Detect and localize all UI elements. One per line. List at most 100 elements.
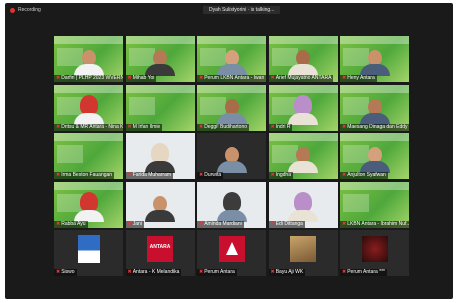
virtual-background-slogan bbox=[343, 193, 369, 212]
muted-mic-icon: ✖ bbox=[56, 123, 61, 130]
participant-tile[interactable]: ✖ Bayu Aji WK bbox=[268, 230, 338, 276]
participant-tile[interactable]: ✖Dritsu & MR Antara - Nina Kuris... bbox=[54, 84, 123, 131]
participant-tile[interactable]: ✖ Arief Mujayatno ANTARA bbox=[268, 36, 338, 82]
participant-tile[interactable]: ✖Maesang Dinaga dan Eddy Pr... bbox=[340, 84, 409, 131]
participant-name-bar: ✖ Perum Antara *** bbox=[340, 269, 388, 276]
participant-tile[interactable]: ✖ M Irfan Ilmie bbox=[125, 84, 195, 131]
participant-video bbox=[359, 98, 390, 125]
virtual-background-banner bbox=[125, 84, 195, 93]
participant-name: LKBN Antara - Ibrahim Nuf... bbox=[347, 220, 409, 227]
participant-video bbox=[359, 147, 390, 173]
muted-mic-icon: ✖ bbox=[127, 269, 132, 275]
muted-mic-icon: ✖ bbox=[199, 75, 204, 81]
participant-tile[interactable]: ✖ Perum Antara bbox=[197, 230, 266, 276]
muted-mic-icon: ✖ bbox=[270, 123, 275, 130]
participant-name: Perum Antara *** bbox=[347, 269, 386, 275]
participant-tile[interactable]: ✖ Anjulton Syafwan bbox=[340, 133, 409, 179]
participant-name-bar: ✖ Darfin | PLHP 2023 WVERNA bbox=[54, 75, 123, 82]
participant-video bbox=[216, 50, 247, 76]
participant-name-bar: ✖ M Irfan Ilmie bbox=[125, 123, 163, 131]
participant-name-bar: ✖ Bayu Aji WK bbox=[268, 269, 306, 276]
participant-name: Anjulton Syafwan bbox=[347, 172, 386, 178]
muted-mic-icon: ✖ bbox=[270, 269, 275, 275]
participant-name-bar: ✖ Arief Mujayatno ANTARA bbox=[268, 75, 334, 82]
participant-tile[interactable]: ✖ Indri R bbox=[268, 84, 338, 131]
hijab-figure bbox=[79, 191, 98, 212]
participant-tile[interactable]: ✖ Jani bbox=[125, 181, 195, 228]
participant-video bbox=[288, 94, 318, 125]
muted-mic-icon: ✖ bbox=[127, 75, 132, 81]
participant-tile[interactable]: ✖ Edi Dittanga bbox=[268, 181, 338, 228]
muted-mic-icon: ✖ bbox=[342, 220, 347, 227]
participant-name-bar: ✖ Perum Antara bbox=[197, 269, 237, 276]
participant-video bbox=[145, 50, 175, 76]
virtual-background-banner bbox=[340, 84, 409, 93]
participant-name: Bayu Aji WK bbox=[275, 269, 304, 275]
torso-figure bbox=[145, 209, 175, 222]
virtual-background-banner bbox=[54, 181, 123, 190]
recording-indicator[interactable]: Recording bbox=[10, 7, 41, 13]
active-speaker-banner: Dyah Sulistyorini · is talking... bbox=[203, 6, 281, 14]
participant-name: Perum LKBN Antara - Iwan Su... bbox=[204, 75, 266, 81]
participant-name: Mihab Yoi bbox=[132, 75, 155, 81]
torso-figure bbox=[288, 112, 318, 125]
participant-tile[interactable]: ✖ Heny Antara bbox=[340, 36, 409, 82]
participant-tile[interactable]: ✖ Deggi! Budihartono bbox=[197, 84, 266, 131]
participant-tile[interactable]: ✖ Siswo bbox=[54, 230, 123, 276]
participant-tile[interactable]: ✖ Aminda Mardiani bbox=[197, 181, 266, 228]
participant-name: Rabba Ayu bbox=[61, 220, 86, 227]
participant-tile[interactable]: ANTARA ✖ Antara - K Melandika bbox=[125, 230, 195, 276]
participant-name-bar: ✖ Heny Antara bbox=[340, 75, 377, 82]
participant-name-bar: ✖ Durwita bbox=[197, 172, 224, 179]
participant-name: Irma Beston Fauangan bbox=[61, 172, 113, 178]
muted-mic-icon: ✖ bbox=[56, 75, 61, 81]
muted-mic-icon: ✖ bbox=[342, 123, 347, 130]
participant-video bbox=[359, 50, 390, 76]
virtual-background-banner bbox=[268, 84, 338, 93]
virtual-background-banner bbox=[125, 36, 195, 44]
participant-video bbox=[216, 147, 247, 173]
virtual-background-banner bbox=[197, 84, 266, 93]
virtual-background-banner bbox=[54, 84, 123, 93]
muted-mic-icon: ✖ bbox=[199, 220, 204, 227]
top-bar: Recording Dyah Sulistyorini · is talking… bbox=[5, 3, 453, 19]
participant-name: Dritsu & MR Antara - Nina Kuris... bbox=[61, 123, 123, 130]
virtual-background-slogan bbox=[128, 96, 155, 115]
participant-video bbox=[73, 191, 104, 222]
participant-tile[interactable]: ✖ Darfin | PLHP 2023 WVERNA bbox=[54, 36, 123, 82]
participant-name: Perum Antara bbox=[204, 269, 235, 275]
participant-name: M Irfan Ilmie bbox=[132, 123, 161, 130]
hijab-figure bbox=[222, 191, 241, 212]
participant-tile[interactable]: ✖Perum LKBN Antara - Iwan Su... bbox=[197, 36, 266, 82]
participant-tile[interactable]: ✖ Farida Muharram bbox=[125, 133, 195, 179]
hijab-figure bbox=[294, 94, 312, 115]
participant-tile[interactable]: ✖ Perum Antara *** bbox=[340, 230, 409, 276]
participant-tile[interactable]: ✖ Rabba Ayu bbox=[54, 181, 123, 228]
participant-name-bar: ✖ Jani bbox=[125, 220, 144, 228]
muted-mic-icon: ✖ bbox=[270, 172, 275, 178]
virtual-background-banner bbox=[268, 36, 338, 44]
participant-name-bar: ✖Maesang Dinaga dan Eddy Pr... bbox=[340, 123, 409, 131]
muted-mic-icon: ✖ bbox=[127, 172, 132, 178]
muted-mic-icon: ✖ bbox=[342, 75, 347, 81]
participant-tile[interactable]: ✖ Mihab Yoi bbox=[125, 36, 195, 82]
meeting-window: Recording Dyah Sulistyorini · is talking… bbox=[5, 3, 453, 299]
participant-tile[interactable]: ✖ Ingdha bbox=[268, 133, 338, 179]
virtual-background-banner bbox=[54, 36, 123, 44]
participant-tile[interactable]: ✖ LKBN Antara - Ibrahim Nuf... bbox=[340, 181, 409, 228]
participant-name-bar: ✖ LKBN Antara - Ibrahim Nuf... bbox=[340, 220, 409, 228]
participant-name-bar: ✖ Irma Beston Fauangan bbox=[54, 172, 115, 179]
participant-video bbox=[73, 94, 104, 125]
muted-mic-icon: ✖ bbox=[342, 172, 347, 178]
participant-video bbox=[145, 195, 175, 222]
participant-video bbox=[216, 98, 247, 125]
hijab-figure bbox=[79, 94, 98, 115]
participant-video bbox=[288, 191, 318, 222]
virtual-background-banner bbox=[197, 36, 266, 44]
participant-name-bar: ✖ Ingdha bbox=[268, 172, 293, 179]
participant-tile[interactable]: ✖ Durwita bbox=[197, 133, 266, 179]
participant-tile[interactable]: ✖ Irma Beston Fauangan bbox=[54, 133, 123, 179]
participant-name-bar: ✖ Rabba Ayu bbox=[54, 220, 88, 228]
participant-name: Maesang Dinaga dan Eddy Pr... bbox=[347, 123, 409, 130]
antara-triangle-logo bbox=[218, 236, 245, 262]
